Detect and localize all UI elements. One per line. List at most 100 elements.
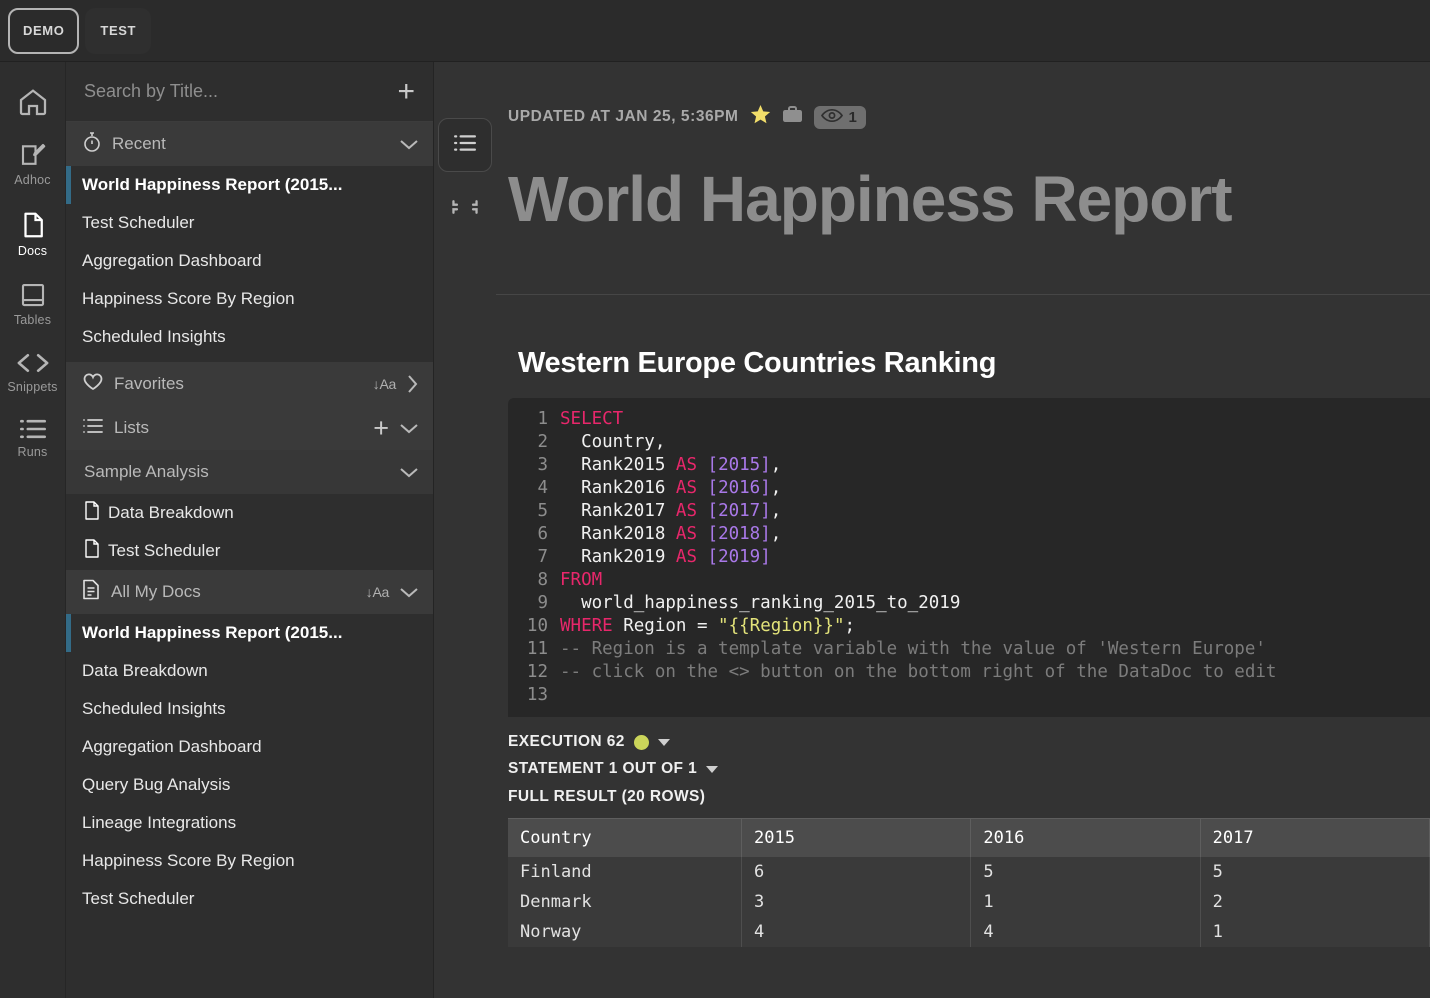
table-cell: 5 — [971, 857, 1200, 887]
table-cell: 4 — [971, 917, 1200, 947]
doc-label: Happiness Score By Region — [82, 289, 295, 309]
env-tab-test-label: TEST — [100, 23, 136, 38]
env-tab-test[interactable]: TEST — [85, 8, 151, 54]
code-line: 6 Rank2018 AS [2018], — [508, 523, 1430, 546]
code-token: AS — [676, 524, 697, 544]
document-icon — [18, 209, 48, 241]
line-number: 6 — [508, 523, 560, 546]
code-token: WHERE — [560, 616, 613, 636]
code-token: Country, — [560, 432, 665, 452]
line-number: 9 — [508, 592, 560, 615]
sidebar-doc-item[interactable]: World Happiness Report (2015... — [66, 166, 433, 204]
env-tab-demo[interactable]: DEMO — [8, 8, 79, 54]
search-input[interactable] — [84, 81, 387, 102]
search-row: + — [66, 62, 433, 122]
table-cell: 1 — [971, 887, 1200, 917]
sort-toggle-favorites[interactable]: ↓Aa — [373, 376, 396, 392]
section-header-recent[interactable]: Recent — [66, 122, 433, 166]
table-cell: 4 — [742, 917, 971, 947]
line-number: 11 — [508, 638, 560, 661]
rail-item-docs[interactable]: Docs — [0, 201, 66, 264]
outline-toggle-button[interactable] — [438, 118, 492, 172]
outline-list-icon — [451, 132, 479, 159]
execution-row[interactable]: EXECUTION 62 — [508, 733, 1430, 751]
documents-icon — [82, 579, 101, 605]
section-title-lists: Lists — [114, 418, 353, 438]
code-line: 9 world_happiness_ranking_2015_to_2019 — [508, 592, 1430, 615]
doc-label: Happiness Score By Region — [82, 851, 295, 871]
code-token: "{{Region}}" — [718, 616, 844, 636]
code-token: AS — [676, 547, 697, 567]
section-header-sample-analysis[interactable]: Sample Analysis — [66, 450, 433, 494]
sidebar-doc-item[interactable]: Scheduled Insights — [66, 690, 433, 728]
doc-label: Test Scheduler — [108, 541, 220, 561]
chevron-down-icon[interactable] — [399, 586, 419, 599]
table-row: Norway441 — [508, 917, 1430, 947]
code-line: 2 Country, — [508, 431, 1430, 454]
briefcase-icon[interactable] — [782, 105, 803, 129]
cell-title[interactable]: Western Europe Countries Ranking — [518, 347, 1430, 380]
code-token: world_happiness_ranking_2015_to_2019 — [560, 593, 960, 613]
statement-row[interactable]: STATEMENT 1 OUT OF 1 — [508, 760, 1430, 778]
code-token: , — [771, 524, 782, 544]
code-token: [2019] — [708, 547, 771, 567]
rail-item-home[interactable] — [0, 78, 66, 124]
code-token — [697, 455, 708, 475]
add-doc-button[interactable]: + — [387, 81, 415, 103]
code-line: 1SELECT — [508, 408, 1430, 431]
chevron-down-icon[interactable] — [706, 766, 718, 773]
page-title[interactable]: World Happiness Report — [508, 164, 1430, 234]
section-header-lists[interactable]: Lists + — [66, 406, 433, 450]
sidebar-doc-item[interactable]: Test Scheduler — [66, 532, 433, 570]
sidebar-doc-item[interactable]: Test Scheduler — [66, 204, 433, 242]
code-token: AS — [676, 501, 697, 521]
table-column-header[interactable]: 2017 — [1200, 819, 1429, 858]
doc-label: Lineage Integrations — [82, 813, 236, 833]
sidebar-doc-item[interactable]: Data Breakdown — [66, 494, 433, 532]
sidebar-doc-item[interactable]: Lineage Integrations — [66, 804, 433, 842]
bullet-list-icon — [82, 417, 104, 440]
chevron-down-icon[interactable] — [399, 422, 419, 435]
code-token — [697, 478, 708, 498]
code-line: 10WHERE Region = "{{Region}}"; — [508, 615, 1430, 638]
line-number: 4 — [508, 477, 560, 500]
rail-item-adhoc[interactable]: Adhoc — [0, 132, 66, 193]
view-count-badge: 1 — [814, 106, 866, 129]
chevron-down-icon[interactable] — [399, 138, 419, 151]
collapse-button[interactable] — [438, 182, 492, 236]
status-dot-icon — [634, 735, 649, 750]
chevron-down-icon[interactable] — [399, 466, 419, 479]
sidebar-doc-item[interactable]: Query Bug Analysis — [66, 766, 433, 804]
document-icon — [84, 539, 100, 563]
section-header-all-my-docs[interactable]: All My Docs ↓Aa — [66, 570, 433, 614]
table-cell: Norway — [508, 917, 742, 947]
rail-item-snippets[interactable]: Snippets — [0, 341, 66, 400]
sidebar-doc-item[interactable]: Scheduled Insights — [66, 318, 433, 356]
chevron-down-icon[interactable] — [658, 739, 670, 746]
star-icon[interactable] — [750, 105, 771, 130]
rail-item-tables[interactable]: Tables — [0, 272, 66, 333]
chevron-right-icon[interactable] — [406, 374, 419, 394]
sidebar-doc-item[interactable]: Happiness Score By Region — [66, 842, 433, 880]
code-token: ; — [844, 616, 855, 636]
rail-item-snippets-label: Snippets — [7, 380, 57, 394]
sidebar-doc-item[interactable]: World Happiness Report (2015... — [66, 614, 433, 652]
list-icon — [17, 416, 49, 442]
table-column-header[interactable]: 2015 — [742, 819, 971, 858]
section-header-favorites[interactable]: Favorites ↓Aa — [66, 362, 433, 406]
code-token: AS — [676, 478, 697, 498]
rail-item-runs[interactable]: Runs — [0, 408, 66, 465]
table-column-header[interactable]: Country — [508, 819, 742, 858]
code-line: 11-- Region is a template variable with … — [508, 638, 1430, 661]
add-list-button[interactable]: + — [363, 417, 389, 439]
sidebar-doc-item[interactable]: Aggregation Dashboard — [66, 728, 433, 766]
table-column-header[interactable]: 2016 — [971, 819, 1200, 858]
sidebar-doc-item[interactable]: Data Breakdown — [66, 652, 433, 690]
collapse-icon — [450, 192, 480, 227]
sidebar-doc-item[interactable]: Happiness Score By Region — [66, 280, 433, 318]
sidebar-doc-item[interactable]: Aggregation Dashboard — [66, 242, 433, 280]
sort-toggle-all-my-docs[interactable]: ↓Aa — [366, 584, 389, 600]
book-icon — [18, 280, 48, 310]
sql-query-editor[interactable]: 1SELECT2 Country,3 Rank2015 AS [2015],4 … — [508, 398, 1430, 717]
sidebar-doc-item[interactable]: Test Scheduler — [66, 880, 433, 918]
